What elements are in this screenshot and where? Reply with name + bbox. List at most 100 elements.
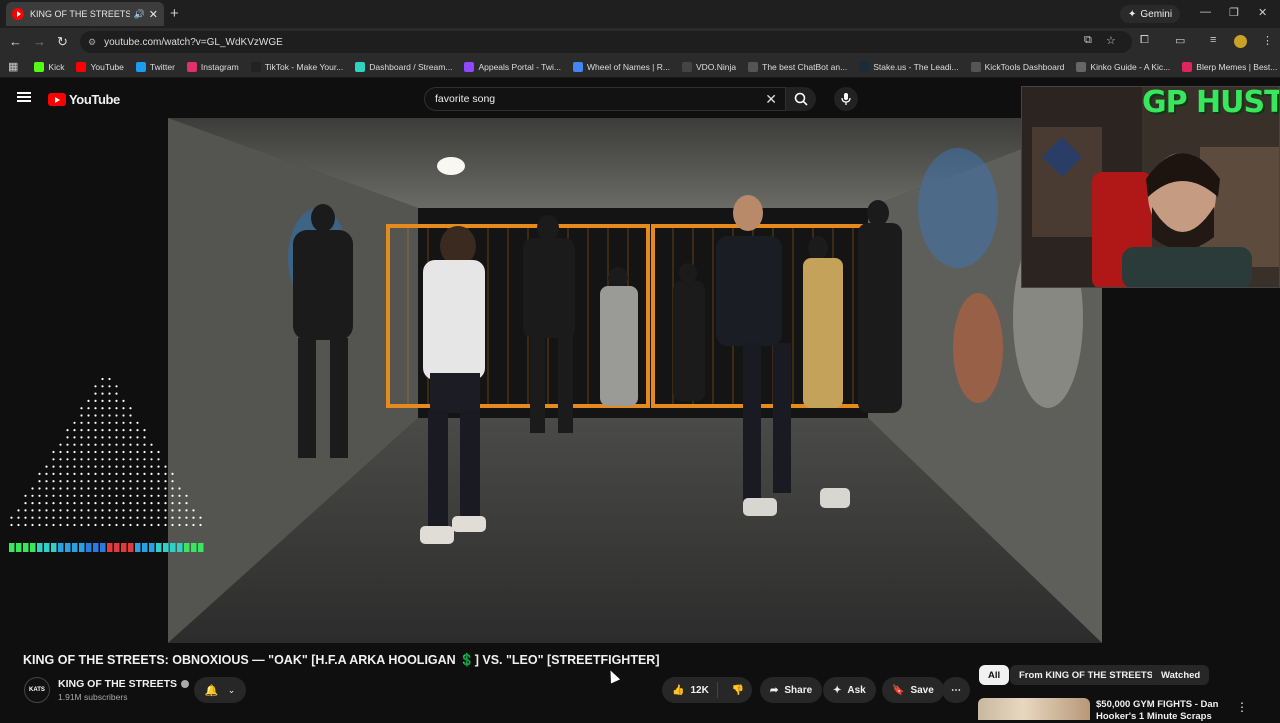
visualizer-level-box — [177, 543, 183, 552]
visualizer-dot — [136, 465, 139, 468]
clear-search-icon[interactable]: ✕ — [765, 91, 777, 108]
dislike-button[interactable]: 👎 — [724, 685, 754, 696]
hamburger-menu-icon[interactable] — [17, 92, 31, 102]
bookmark-item[interactable]: Wheel of Names | R... — [572, 61, 670, 72]
visualizer-dot — [157, 494, 160, 497]
new-tab-icon[interactable]: + — [170, 5, 179, 22]
visualizer-dot — [108, 421, 111, 424]
visualizer-dot — [87, 472, 90, 475]
visualizer-dot — [10, 523, 13, 527]
gemini-label: Gemini — [1140, 8, 1173, 20]
visualizer-dot — [136, 516, 139, 519]
recommendation-thumbnail[interactable] — [978, 698, 1090, 720]
bookmark-item[interactable]: Kinko Guide - A Kic... — [1076, 61, 1171, 72]
bookmark-item[interactable]: Instagram — [186, 61, 239, 72]
chip-from-channel[interactable]: From KING OF THE STREETS — [1010, 665, 1163, 685]
bookmark-item[interactable]: Appeals Portal - Twi... — [464, 61, 561, 72]
visualizer-dot — [115, 385, 118, 388]
visualizer-dot — [143, 443, 146, 446]
visualizer-dot — [108, 399, 111, 402]
close-window-icon[interactable]: ✕ — [1258, 6, 1267, 19]
visualizer-dot — [185, 509, 188, 512]
visualizer-dot — [66, 502, 69, 505]
youtube-logo[interactable]: YouTube — [48, 92, 120, 107]
chip-all[interactable]: All — [979, 665, 1010, 685]
visualizer-dot — [101, 377, 104, 381]
recommendation-title[interactable]: $50,000 GYM FIGHTS - Dan Hooker's 1 Minu… — [1096, 699, 1226, 723]
bookmark-item[interactable]: The best ChatBot an... — [748, 61, 848, 72]
cast-icon[interactable]: ▭ — [1175, 34, 1185, 47]
visualizer-dot — [129, 472, 132, 475]
recommendation-menu-icon[interactable]: ⋮ — [1236, 700, 1248, 714]
visualizer-dot — [66, 436, 69, 439]
visualizer-dot — [73, 509, 76, 512]
minimize-icon[interactable]: — — [1200, 6, 1211, 18]
visualizer-dot — [80, 443, 83, 446]
search-button[interactable] — [786, 87, 816, 111]
visualizer-dot — [143, 458, 146, 461]
address-bar[interactable]: ⚙ youtube.com/watch?v=GL_WdKVzWGE — [80, 31, 1132, 53]
bookmark-item[interactable]: Kick — [34, 61, 64, 72]
restore-icon[interactable]: ❐ — [1229, 6, 1239, 19]
bookmark-item[interactable]: Dashboard / Stream... — [355, 61, 452, 72]
share-button[interactable]: ➦ Share — [760, 677, 823, 703]
visualizer-dot — [171, 509, 174, 512]
like-count: 12K — [690, 684, 709, 696]
search-input[interactable]: favorite song ✕ — [424, 87, 786, 111]
visualizer-dot — [52, 523, 55, 527]
browser-tab-active[interactable]: KING OF THE STREETS: OB 🔊 ✕ — [6, 2, 164, 26]
bookmark-item[interactable]: Stake.us - The Leadi... — [859, 61, 959, 72]
visualizer-dot — [59, 480, 62, 483]
reload-icon[interactable]: ↻ — [57, 34, 68, 50]
back-icon[interactable]: ← — [9, 34, 22, 49]
bookmark-label: Kinko Guide - A Kic... — [1090, 61, 1171, 72]
bookmark-label: The best ChatBot an... — [762, 61, 848, 72]
visualizer-dot — [157, 458, 160, 461]
visualizer-dot — [31, 487, 34, 490]
visualizer-dot — [59, 494, 62, 497]
visualizer-dot — [31, 516, 34, 519]
forward-icon[interactable]: → — [33, 34, 46, 49]
bookmark-item[interactable]: Twitter — [135, 61, 175, 72]
menu-kebab-icon[interactable]: ⋮ — [1262, 34, 1273, 47]
channel-name-row[interactable]: KING OF THE STREETS — [58, 678, 190, 690]
visualizer-dot — [94, 502, 97, 505]
speaker-icon[interactable]: 🔊 — [134, 9, 145, 20]
visualizer-dot — [115, 450, 118, 454]
bookmark-star-icon[interactable]: ☆ — [1106, 34, 1116, 47]
bookmark-item[interactable]: VDO.Ninja — [681, 61, 736, 72]
browser-toolbar: ← → ↻ ⚙ youtube.com/watch?v=GL_WdKVzWGE … — [0, 28, 1280, 56]
notification-bell-button[interactable]: 🔔 ⌄ — [194, 677, 246, 703]
visualizer-dot — [115, 487, 118, 490]
bookmark-item[interactable]: KickTools Dashboard — [970, 61, 1064, 72]
visualizer-dot — [73, 523, 76, 527]
media-controls-icon[interactable]: ≡ — [1210, 34, 1216, 46]
visualizer-dot — [66, 450, 69, 454]
visualizer-dot — [94, 392, 97, 395]
chip-watched[interactable]: Watched — [1152, 665, 1210, 685]
channel-name[interactable]: KING OF THE STREETS — [58, 678, 177, 690]
gemini-button[interactable]: ✦ Gemini — [1120, 5, 1181, 23]
site-info-icon[interactable]: ⚙ — [88, 37, 96, 48]
bookmark-item[interactable]: Blerp Memes | Best... — [1182, 61, 1277, 72]
bookmark-favicon-icon — [970, 61, 981, 72]
video-player[interactable] — [168, 118, 1102, 643]
like-button[interactable]: 👍 12K — [662, 682, 718, 698]
visualizer-dot — [136, 436, 139, 439]
bookmark-item[interactable]: YouTube — [76, 61, 124, 72]
voice-search-button[interactable] — [834, 87, 858, 111]
channel-avatar[interactable]: KATS — [24, 677, 50, 703]
more-actions-button[interactable]: ⋯ — [942, 677, 970, 703]
apps-grid-icon[interactable]: ▦ — [8, 60, 18, 73]
close-tab-icon[interactable]: ✕ — [149, 8, 158, 21]
profile-avatar[interactable] — [1234, 35, 1247, 48]
save-button[interactable]: 🔖 Save — [882, 677, 944, 703]
install-app-icon[interactable]: ⧉ — [1084, 34, 1092, 47]
ask-button[interactable]: ✦ Ask — [823, 677, 876, 703]
visualizer-dot — [31, 509, 34, 512]
visualizer-dot — [52, 472, 55, 475]
subscriber-count: 1.91M subscribers — [58, 692, 128, 702]
extensions-icon[interactable]: ⧠ — [1140, 34, 1149, 47]
browser-tab-strip: KING OF THE STREETS: OB 🔊 ✕ + ✦ Gemini —… — [0, 0, 1280, 28]
bookmark-item[interactable]: TikTok - Make Your... — [250, 61, 343, 72]
